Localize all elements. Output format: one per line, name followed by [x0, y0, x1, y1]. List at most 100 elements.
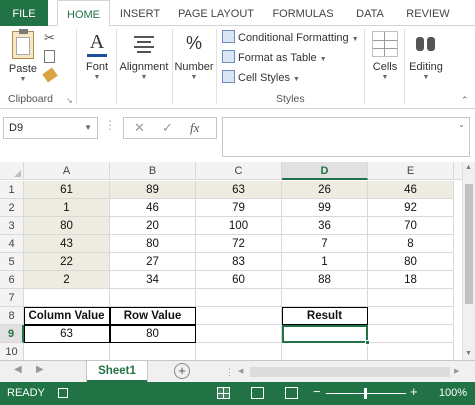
tab-formulas[interactable]: FORMULAS: [268, 0, 338, 26]
insert-function-icon[interactable]: fx: [190, 120, 199, 136]
alignment-button[interactable]: Alignment ▼: [118, 31, 170, 81]
zoom-in-icon[interactable]: +: [410, 384, 418, 399]
cell-styles-button[interactable]: Cell Styles ▼: [222, 69, 300, 87]
normal-view-icon[interactable]: [217, 387, 230, 399]
cell-b6[interactable]: 34: [110, 271, 196, 289]
page-break-view-icon[interactable]: [285, 387, 298, 399]
result-header[interactable]: Result: [282, 307, 368, 325]
cell-e10[interactable]: [368, 343, 454, 361]
cell-b2[interactable]: 46: [110, 199, 196, 217]
cell-e7[interactable]: [368, 289, 454, 307]
cell-b10[interactable]: [110, 343, 196, 361]
cell-a3[interactable]: 80: [24, 217, 110, 235]
scroll-down-icon[interactable]: ▼: [465, 350, 472, 357]
dialog-launcher-icon[interactable]: ↘: [66, 96, 73, 105]
cell-c6[interactable]: 60: [196, 271, 282, 289]
row-header-4[interactable]: 4: [0, 235, 24, 253]
chevron-down-icon[interactable]: ▼: [84, 118, 92, 138]
select-all-corner[interactable]: [0, 162, 24, 180]
cells-button[interactable]: Cells ▼: [368, 31, 402, 81]
paste-button[interactable]: Paste ▼: [6, 29, 40, 83]
cell-e6[interactable]: 18: [368, 271, 454, 289]
chevron-down-icon[interactable]: ⌄: [458, 120, 465, 129]
add-sheet-icon[interactable]: +: [174, 363, 190, 379]
column-header-a[interactable]: A: [24, 162, 110, 180]
scroll-left-icon[interactable]: ◀: [238, 367, 243, 375]
formula-input[interactable]: ⌄: [222, 117, 470, 157]
cell-d7[interactable]: [282, 289, 368, 307]
vertical-scrollbar[interactable]: ▲ ▼: [462, 162, 475, 360]
cell-b5[interactable]: 27: [110, 253, 196, 271]
row-header-6[interactable]: 6: [0, 271, 24, 289]
cell-e8[interactable]: [368, 307, 454, 325]
cell-a5[interactable]: 22: [24, 253, 110, 271]
fill-handle[interactable]: [365, 340, 370, 345]
cell-e5[interactable]: 80: [368, 253, 454, 271]
cell-c1[interactable]: 63: [196, 181, 282, 199]
cell-c5[interactable]: 83: [196, 253, 282, 271]
page-layout-view-icon[interactable]: [251, 387, 264, 399]
column-header-f[interactable]: [454, 162, 462, 180]
check-icon[interactable]: ✓: [162, 120, 173, 136]
zoom-slider-thumb[interactable]: [364, 388, 367, 399]
column-value-cell[interactable]: 63: [24, 325, 110, 343]
cell-c3[interactable]: 100: [196, 217, 282, 235]
cell-c4[interactable]: 72: [196, 235, 282, 253]
cell-e2[interactable]: 92: [368, 199, 454, 217]
row-header-2[interactable]: 2: [0, 199, 24, 217]
cell-a6[interactable]: 2: [24, 271, 110, 289]
column-header-b[interactable]: B: [110, 162, 196, 180]
cell-a7[interactable]: [24, 289, 110, 307]
cell-a10[interactable]: [24, 343, 110, 361]
editing-button[interactable]: Editing ▼: [406, 31, 446, 81]
macro-record-icon[interactable]: [58, 388, 68, 398]
cell-c8[interactable]: [196, 307, 282, 325]
cell-c9[interactable]: [196, 325, 282, 343]
tab-home[interactable]: HOME: [57, 0, 110, 27]
tab-data[interactable]: DATA: [350, 0, 390, 26]
cell-c10[interactable]: [196, 343, 282, 361]
tab-insert[interactable]: INSERT: [114, 0, 166, 26]
cell-a4[interactable]: 43: [24, 235, 110, 253]
collapse-ribbon-icon[interactable]: ⌃: [461, 95, 469, 106]
name-box[interactable]: D9 ▼: [3, 117, 98, 139]
column-header-e[interactable]: E: [368, 162, 454, 180]
copy-icon[interactable]: [44, 50, 55, 63]
cancel-icon[interactable]: ✕: [134, 120, 145, 136]
column-header-d[interactable]: D: [282, 162, 368, 180]
cell-a2[interactable]: 1: [24, 199, 110, 217]
zoom-level[interactable]: 100%: [439, 387, 467, 399]
cell-e4[interactable]: 8: [368, 235, 454, 253]
column-value-header[interactable]: Column Value: [24, 307, 110, 325]
cell-d6[interactable]: 88: [282, 271, 368, 289]
row-header-9[interactable]: 9: [0, 325, 24, 343]
cell-a1[interactable]: 61: [24, 181, 110, 199]
zoom-out-icon[interactable]: −: [313, 384, 321, 399]
row-value-header[interactable]: Row Value: [110, 307, 196, 325]
tab-review[interactable]: REVIEW: [402, 0, 454, 26]
scroll-thumb[interactable]: [465, 184, 473, 304]
horizontal-scrollbar[interactable]: [250, 367, 450, 377]
scroll-up-icon[interactable]: ▲: [465, 164, 472, 171]
cell-d5[interactable]: 1: [282, 253, 368, 271]
cell-b1[interactable]: 89: [110, 181, 196, 199]
next-sheet-icon[interactable]: ▶: [36, 364, 44, 375]
cut-icon[interactable]: ✂: [44, 30, 55, 46]
row-header-7[interactable]: 7: [0, 289, 24, 307]
result-cell-active[interactable]: [282, 325, 368, 343]
scroll-right-icon[interactable]: ▶: [454, 367, 459, 375]
cell-e9[interactable]: [368, 325, 454, 343]
row-header-1[interactable]: 1: [0, 181, 24, 199]
row-header-5[interactable]: 5: [0, 253, 24, 271]
row-value-cell[interactable]: 80: [110, 325, 196, 343]
conditional-formatting-button[interactable]: Conditional Formatting ▼: [222, 29, 359, 47]
cell-b4[interactable]: 80: [110, 235, 196, 253]
cell-b7[interactable]: [110, 289, 196, 307]
sheet-tab-sheet1[interactable]: Sheet1: [87, 361, 147, 382]
cell-b3[interactable]: 20: [110, 217, 196, 235]
format-painter-icon[interactable]: [42, 67, 58, 83]
column-header-c[interactable]: C: [196, 162, 282, 180]
cell-e1[interactable]: 46: [368, 181, 454, 199]
cell-e3[interactable]: 70: [368, 217, 454, 235]
cell-d4[interactable]: 7: [282, 235, 368, 253]
